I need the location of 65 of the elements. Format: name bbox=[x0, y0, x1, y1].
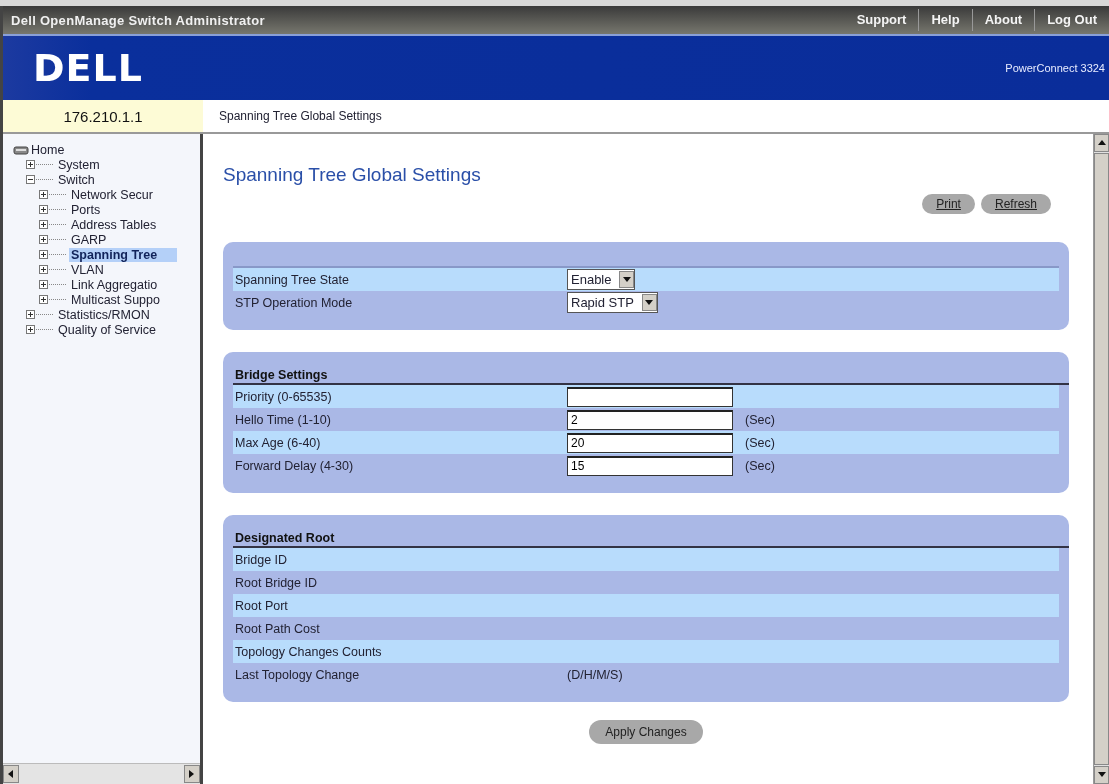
page-title: Spanning Tree Global Settings bbox=[223, 164, 482, 186]
window-title: Dell OpenManage Switch Administrator bbox=[10, 12, 265, 28]
tree-item[interactable]: Statistics/RMON bbox=[56, 307, 152, 322]
plus-box-icon[interactable] bbox=[26, 159, 56, 170]
horizontal-scrollbar[interactable] bbox=[3, 763, 200, 784]
field-label: Topology Changes Counts bbox=[234, 644, 383, 659]
tree-item[interactable]: Quality of Service bbox=[56, 322, 158, 337]
vertical-scrollbar[interactable] bbox=[1093, 134, 1109, 784]
unit-label: (Sec) bbox=[745, 458, 775, 473]
breadcrumb: Spanning Tree Global Settings bbox=[203, 100, 1109, 132]
input-field[interactable]: 20 bbox=[567, 432, 733, 453]
product-name: PowerConnect 3324 bbox=[1005, 62, 1105, 74]
minus-box-icon[interactable] bbox=[26, 174, 56, 185]
input-field[interactable] bbox=[567, 386, 733, 407]
plus-box-icon[interactable] bbox=[39, 279, 69, 290]
input-field[interactable]: 2 bbox=[567, 409, 733, 430]
action-button[interactable]: Refresh bbox=[980, 194, 1051, 214]
plus-box-icon[interactable] bbox=[39, 219, 69, 230]
tree-item[interactable]: Home bbox=[29, 142, 67, 157]
tree-item[interactable]: Multicast Suppo bbox=[69, 292, 162, 307]
dropdown[interactable]: Rapid STP bbox=[567, 292, 658, 313]
plus-box-icon[interactable] bbox=[39, 249, 69, 260]
field-label: Max Age (6-40) bbox=[234, 435, 322, 450]
tree-item[interactable]: Ports bbox=[69, 202, 103, 217]
tree-item[interactable]: Address Tables bbox=[69, 217, 159, 232]
up-arrow-icon bbox=[1096, 138, 1107, 148]
plus-box-icon[interactable] bbox=[39, 264, 69, 275]
field-label: Forward Delay (4-30) bbox=[234, 458, 355, 473]
header-link[interactable]: Support bbox=[844, 9, 919, 31]
plus-box-icon[interactable] bbox=[39, 189, 69, 200]
header-link[interactable]: About bbox=[971, 9, 1035, 31]
logo: DELL bbox=[33, 46, 143, 90]
unit-label: (D/H/M/S) bbox=[567, 667, 623, 682]
field-label: Root Path Cost bbox=[234, 621, 321, 636]
field-label: Hello Time (1-10) bbox=[234, 412, 332, 427]
field-label: Priority (0-65535) bbox=[234, 389, 333, 404]
tree-item[interactable]: System bbox=[56, 157, 102, 172]
plus-box-icon[interactable] bbox=[39, 294, 69, 305]
dropdown[interactable]: Enable bbox=[567, 269, 636, 290]
plus-box-icon[interactable] bbox=[26, 309, 56, 320]
field-label: Root Port bbox=[234, 598, 289, 613]
action-button[interactable]: Print bbox=[922, 194, 975, 214]
field-label: Root Bridge ID bbox=[234, 575, 318, 590]
field-label: Bridge ID bbox=[234, 552, 289, 567]
ip-address: 176.210.1.1 bbox=[3, 100, 203, 132]
header-link[interactable]: Help bbox=[918, 9, 972, 31]
field-label: Spanning Tree State bbox=[234, 272, 350, 287]
plus-box-icon[interactable] bbox=[39, 234, 69, 245]
field-label: STP Operation Mode bbox=[234, 295, 354, 310]
tree-item[interactable]: VLAN bbox=[69, 262, 106, 277]
field-label: Last Topology Change bbox=[234, 667, 361, 682]
tree-item[interactable]: Spanning Tree bbox=[69, 247, 178, 262]
tree-item[interactable]: GARP bbox=[69, 232, 109, 247]
plus-box-icon[interactable] bbox=[39, 204, 69, 215]
tree-item[interactable]: Link Aggregatio bbox=[69, 277, 160, 292]
apply-button[interactable]: Apply Changes bbox=[589, 720, 703, 744]
left-arrow-icon bbox=[6, 769, 16, 779]
unit-label: (Sec) bbox=[745, 435, 775, 450]
tree-item[interactable]: Switch bbox=[56, 172, 97, 187]
input-field[interactable]: 15 bbox=[567, 455, 733, 476]
header-link[interactable]: Log Out bbox=[1034, 9, 1109, 31]
tree-item[interactable]: Network Secur bbox=[69, 187, 155, 202]
drive-icon bbox=[13, 144, 29, 155]
unit-label: (Sec) bbox=[745, 412, 775, 427]
plus-box-icon[interactable] bbox=[26, 324, 56, 335]
